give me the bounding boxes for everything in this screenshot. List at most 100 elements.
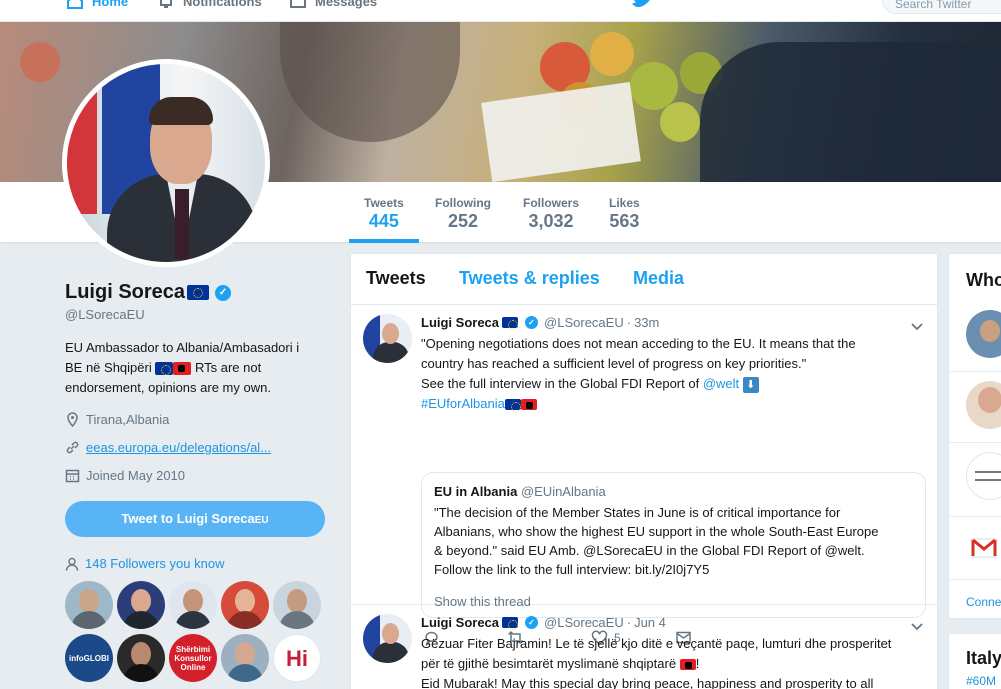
tweet-author-name[interactable]: Luigi Soreca [421, 315, 499, 330]
mention-link[interactable]: @welt [703, 376, 739, 391]
tweet-dot: · [626, 315, 632, 330]
tweet-to-label: Tweet to Luigi Soreca [121, 511, 255, 526]
quoted-tweet-text: "The decision of the Member States in Ju… [434, 503, 919, 579]
profile-handle[interactable]: @LSorecaEU [65, 307, 145, 322]
follower-avatar[interactable] [221, 581, 269, 629]
tweet-avatar[interactable] [363, 314, 412, 363]
gmail-icon [971, 538, 997, 558]
divider [949, 442, 1001, 443]
bell-icon [160, 0, 172, 8]
albania-flag-icon [679, 659, 696, 671]
link-icon [66, 441, 79, 454]
tweet-text-line: See the full interview in the Global FDI… [421, 374, 926, 394]
connect-link[interactable]: Connect [966, 595, 1001, 609]
follower-avatar-label: infoGLOBI [69, 653, 109, 663]
tweet-time[interactable]: 33m [634, 315, 659, 330]
nav-messages-label: Messages [315, 0, 378, 9]
location-text: Tirana,Albania [86, 412, 170, 427]
follower-avatar[interactable] [221, 634, 269, 682]
nav-notifications[interactable]: Notifications [157, 0, 262, 10]
profile-name-text: Luigi Soreca [65, 281, 186, 303]
banner-fruit [20, 42, 60, 82]
home-icon [67, 0, 83, 9]
stat-following[interactable]: Following 252 [435, 196, 491, 232]
follower-avatar[interactable]: Shërbimi Konsullor Online [169, 634, 217, 682]
banner-shadow [280, 22, 460, 142]
follower-avatar-label: Hi [286, 645, 308, 671]
tweet-author-handle[interactable]: @LSorecaEU [544, 615, 624, 630]
trends-card: Italy trends #60M [948, 633, 1001, 689]
nav-messages[interactable]: Messages [289, 0, 377, 10]
follower-avatar[interactable]: infoGLOBI [65, 634, 113, 682]
tweet-time[interactable]: Jun 4 [634, 615, 666, 630]
verified-badge-icon: ✓ [525, 316, 539, 329]
person-icon [65, 557, 79, 571]
profile-joined: Joined May 2010 [65, 468, 185, 483]
tweet-text-line: për të gjithë besimtarët myslimanë shqip… [421, 656, 700, 671]
profile-avatar[interactable] [62, 59, 270, 267]
tweet-author-handle[interactable]: @LSorecaEU [544, 315, 624, 330]
profile-location: Tirana,Albania [65, 412, 169, 427]
follower-avatar[interactable] [117, 581, 165, 629]
top-navigation: Home Notifications Messages Search Twitt… [0, 0, 1001, 22]
tweet-item[interactable]: Luigi Soreca ✓ @LSorecaEU · 33m "Opening… [351, 306, 937, 646]
hashtag-link[interactable]: #EUforAlbania [421, 396, 505, 411]
quoted-tweet[interactable]: EU in Albania @EUinAlbania "The decision… [421, 472, 926, 618]
suggested-account-avatar[interactable] [966, 310, 1001, 358]
tab-tweets-and-replies[interactable]: Tweets & replies [459, 268, 600, 289]
tweet-text-line: "Opening negotiations does not mean acce… [421, 336, 856, 351]
tweet-avatar-head [382, 323, 399, 344]
tweet-author-name[interactable]: Luigi Soreca [421, 615, 499, 630]
tweet-avatar-body [373, 342, 409, 363]
tweet-to-button[interactable]: Tweet to Luigi SorecaEU [65, 501, 325, 537]
nav-notifications-label: Notifications [183, 0, 262, 9]
tweet-text-segment: See the full interview in the Global FDI… [421, 376, 700, 391]
active-stat-underline [349, 239, 419, 243]
profile-name[interactable]: Luigi Soreca ✓ [65, 281, 232, 304]
followers-you-know[interactable]: 148 Followers you know [65, 556, 224, 571]
follower-avatar[interactable] [117, 634, 165, 682]
stat-followers[interactable]: Followers 3,032 [523, 196, 579, 232]
stat-followers-value: 3,032 [528, 211, 574, 231]
calendar-icon [65, 469, 80, 483]
stat-likes[interactable]: Likes 563 [609, 196, 640, 232]
suggested-account-avatar[interactable] [966, 452, 1001, 500]
chevron-down-icon[interactable] [909, 618, 925, 634]
eu-flag-icon [155, 362, 174, 376]
tweet-to-suffix: EU [254, 515, 269, 526]
follower-avatar-label: Shërbimi Konsullor Online [174, 644, 212, 672]
website-link[interactable]: eeas.europa.eu/delegations/al... [86, 440, 271, 455]
divider [949, 371, 1001, 372]
right-sidebar: Who to follow Connect Italy trends #60M [948, 253, 1001, 689]
tweet-header: Luigi Soreca ✓ @LSorecaEU · Jun 4 [421, 615, 666, 630]
verified-badge-icon: ✓ [215, 284, 232, 301]
twitter-bird-icon[interactable] [632, 0, 652, 8]
tweet-item[interactable]: Luigi Soreca ✓ @LSorecaEU · Jun 4 Gëzuar… [351, 606, 937, 689]
who-to-follow-title: Who to follow [966, 270, 1001, 290]
avatar-tie [175, 189, 189, 259]
tweet-avatar[interactable] [363, 614, 412, 663]
quoted-author-name: EU in Albania [434, 484, 518, 499]
tab-media[interactable]: Media [633, 268, 684, 289]
trend-item[interactable]: #60M [966, 674, 996, 688]
follower-avatar[interactable] [169, 581, 217, 629]
tweet-avatar-body [373, 642, 409, 663]
stat-tweets[interactable]: Tweets 445 [349, 196, 419, 243]
quoted-text-line: Follow the link to the full interview: b… [434, 562, 710, 577]
chevron-down-icon[interactable] [909, 318, 925, 334]
tab-tweets[interactable]: Tweets [366, 268, 426, 289]
search-input[interactable]: Search Twitter [882, 0, 1001, 14]
follower-avatar[interactable] [65, 581, 113, 629]
nav-home[interactable]: Home [66, 0, 128, 10]
suggested-account-avatar[interactable] [966, 381, 1001, 429]
quoted-text-line: Albanians, who show the highest EU suppo… [434, 524, 879, 539]
stat-likes-value: 563 [609, 211, 640, 231]
follower-avatar[interactable]: Hi [273, 634, 321, 682]
banner-paper [481, 81, 641, 182]
timeline: Tweets Tweets & replies Media Luigi Sore… [350, 253, 938, 689]
follower-avatar[interactable] [273, 581, 321, 629]
profile-website[interactable]: eeas.europa.eu/delegations/al... [65, 440, 271, 455]
profile-bio: EU Ambassador to Albania/Ambasadori i BE… [65, 338, 330, 398]
eu-flag-icon [187, 285, 210, 300]
verified-badge-icon: ✓ [525, 616, 539, 629]
